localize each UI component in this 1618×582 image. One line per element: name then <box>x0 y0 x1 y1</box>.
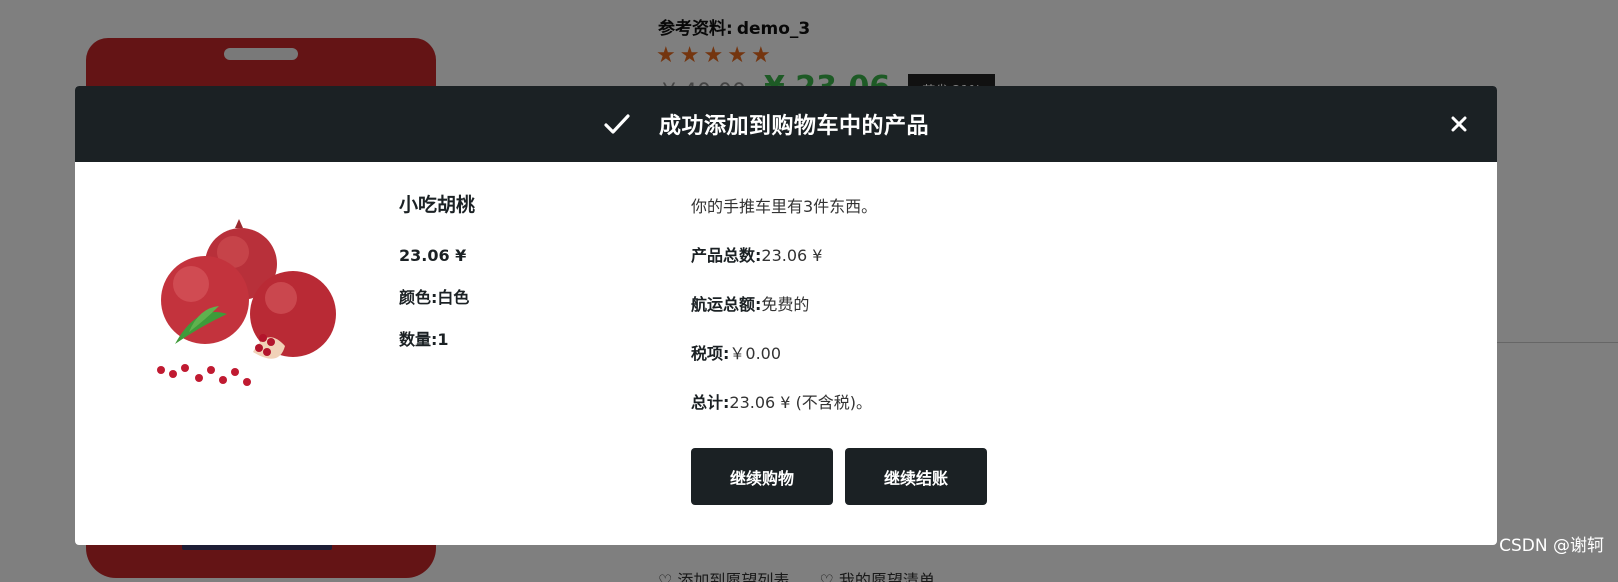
tax-row: 税项:￥0.00 <box>691 343 877 365</box>
modal-title: 成功添加到购物车中的产品 <box>658 114 929 139</box>
product-name: 小吃胡桃 <box>399 194 476 216</box>
modal-body: 小吃胡桃 23.06 ¥ 颜色:白色 数量:1 你的手推车里有3件东西。 产品总… <box>75 162 1497 545</box>
total-value: 23.06 ¥ (不含税)。 <box>729 393 873 412</box>
check-icon <box>604 114 630 134</box>
total-row: 总计:23.06 ¥ (不含税)。 <box>691 392 877 414</box>
color-label: 颜色: <box>399 288 438 307</box>
product-color: 颜色:白色 <box>399 287 475 309</box>
close-icon <box>1451 116 1467 132</box>
quantity-label: 数量: <box>399 330 438 349</box>
cart-count-message: 你的手推车里有3件东西。 <box>691 197 878 216</box>
product-quantity: 数量:1 <box>399 329 475 351</box>
total-products-label: 产品总数: <box>691 246 762 265</box>
add-to-cart-modal: 成功添加到购物车中的产品 小吃胡桃 23.06 ¥ 颜色:白色 数量:1 你的手… <box>75 86 1497 545</box>
tax-label: 税项: <box>691 344 730 363</box>
close-button[interactable] <box>1445 110 1473 138</box>
color-value: 白色 <box>437 288 470 307</box>
shipping-value: 免费的 <box>761 295 810 314</box>
watermark: CSDN @谢轲 <box>1499 536 1604 556</box>
shipping-label: 航运总额: <box>691 295 762 314</box>
tax-value: ￥0.00 <box>729 344 782 363</box>
modal-actions: 继续购物 继续结账 <box>691 448 987 505</box>
product-image <box>157 219 336 386</box>
cart-summary: 你的手推车里有3件东西。 产品总数:23.06 ¥ 航运总额:免费的 税项:￥0… <box>691 196 877 441</box>
shipping-row: 航运总额:免费的 <box>691 294 877 316</box>
checkout-button[interactable]: 继续结账 <box>845 448 987 505</box>
total-products-row: 产品总数:23.06 ¥ <box>691 245 877 267</box>
product-price: 23.06 ¥ <box>399 246 467 265</box>
modal-header: 成功添加到购物车中的产品 <box>75 86 1497 162</box>
continue-shopping-button[interactable]: 继续购物 <box>691 448 833 505</box>
total-products-value: 23.06 ¥ <box>761 246 823 265</box>
product-details: 小吃胡桃 23.06 ¥ 颜色:白色 数量:1 <box>399 190 475 371</box>
quantity-value: 1 <box>437 330 449 349</box>
total-label: 总计: <box>691 393 730 412</box>
